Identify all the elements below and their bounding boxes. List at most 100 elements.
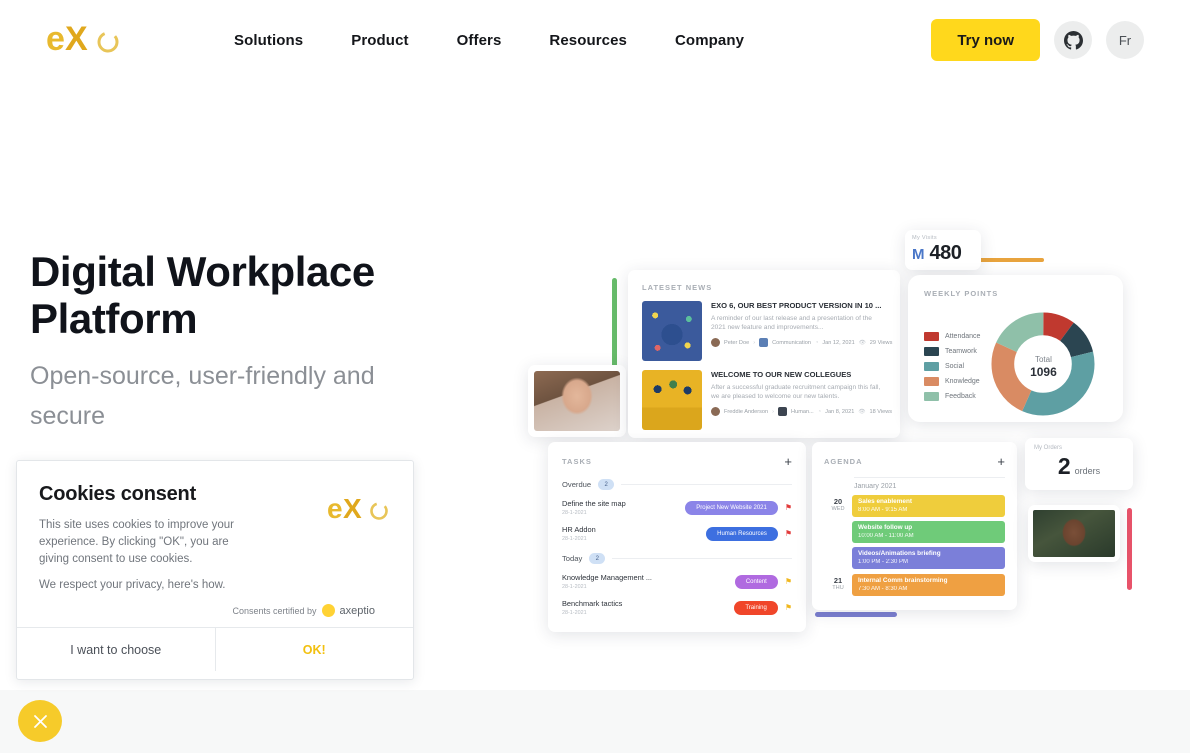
task-tag[interactable]: Content	[734, 574, 778, 589]
legend-item: Teamwork	[924, 347, 980, 356]
meta-separator: ›	[753, 339, 756, 346]
task-flag-icon[interactable]: ⚑	[785, 529, 792, 538]
legend-label: Feedback	[945, 393, 976, 400]
news-thumbnail	[642, 370, 702, 430]
agenda-event[interactable]: Videos/Animations briefing 1:00 PM - 2:30…	[852, 547, 1005, 569]
news-date: Jan 12, 2021	[822, 339, 855, 346]
task-tag[interactable]: Human Resources	[706, 526, 778, 541]
close-button[interactable]	[18, 700, 62, 742]
weekly-points-donut: Total 1096	[990, 311, 1096, 422]
agenda-event[interactable]: Internal Comm brainstorming 7:30 AM - 8:3…	[852, 574, 1005, 596]
legend-swatch	[924, 377, 939, 386]
nav-item-resources[interactable]: Resources	[549, 32, 627, 49]
tasks-list: Overdue 2 Define the site map 28-1-2021 Proj…	[562, 479, 792, 616]
product-screenshot-collage: LATESET NEWS EXO 6, OUR BEST PRODUCT VER…	[520, 220, 1180, 640]
task-row[interactable]: Define the site map 28-1-2021 Project New …	[562, 499, 792, 516]
task-flag-icon[interactable]: ⚑	[785, 503, 792, 512]
agenda-events: Sales enablement 8:00 AM - 9:15 AM Website…	[852, 495, 1005, 569]
task-tag[interactable]: Training	[734, 600, 778, 615]
legend-swatch	[924, 362, 939, 371]
agenda-day: 21 THU	[824, 574, 852, 596]
task-row[interactable]: Knowledge Management ... 28-1-2021 Content…	[562, 573, 792, 590]
news-author: Peter Doe	[724, 339, 750, 346]
eye-icon: 👁	[858, 339, 866, 346]
task-tag[interactable]: Project New Website 2021	[685, 500, 778, 515]
space-icon	[759, 338, 769, 347]
agenda-day: 20 WED	[824, 495, 852, 569]
axeptio-icon	[321, 604, 335, 617]
legend-item: Social	[924, 362, 980, 371]
visits-prefix: M	[912, 246, 925, 263]
cookie-ok-button[interactable]: OK!	[216, 628, 414, 671]
orders-unit: orders	[1074, 466, 1101, 476]
partners-band: reporters NATO Revain	[0, 690, 1190, 753]
news-meta: Peter Doe › Communication ◔ Jan 12, 2021…	[711, 338, 892, 347]
news-item[interactable]: WELCOME TO OUR NEW COLLEGUES After a suc…	[642, 370, 892, 430]
latest-news-card: LATESET NEWS EXO 6, OUR BEST PRODUCT VER…	[628, 270, 900, 438]
nav-item-company[interactable]: Company	[675, 32, 744, 49]
divider	[621, 484, 792, 485]
agenda-event-time: 10:00 AM - 11:00 AM	[858, 533, 914, 539]
task-group-name: Today	[562, 554, 583, 563]
news-space: Communication	[772, 339, 811, 346]
agenda-event-title: Videos/Animations briefing	[858, 550, 941, 557]
agenda-card: AGENDA + January 2021 20 WED Sales enablem…	[812, 442, 1017, 610]
news-thumbnail	[642, 301, 702, 361]
hero-title-line-1: Digital Workplace	[30, 248, 375, 295]
news-views: 29 Views	[869, 339, 893, 346]
cookie-certification: Consents certified by axeptio	[39, 604, 391, 617]
add-event-icon[interactable]: +	[997, 455, 1005, 468]
task-group-header: Today 2	[562, 553, 792, 564]
agenda-event[interactable]: Website follow up 10:00 AM - 11:00 AM	[852, 521, 1005, 543]
github-button[interactable]	[1054, 21, 1092, 59]
task-row[interactable]: HR Addon 28-1-2021 Human Resources ⚑	[562, 525, 792, 542]
task-flag-icon[interactable]: ⚑	[785, 603, 792, 612]
news-title: WELCOME TO OUR NEW COLLEGUES	[711, 370, 852, 379]
news-date: Jan 8, 2021	[825, 408, 855, 415]
hero-title-line-2: Platform	[30, 295, 198, 342]
cookie-consent-dialog: Cookies consent This site uses cookies t…	[16, 460, 414, 680]
meta-separator: ›	[772, 408, 775, 415]
chart-legend: Attendance Teamwork Social Knowledge Fee…	[924, 332, 980, 401]
eye-icon: 👁	[858, 408, 866, 415]
agenda-event[interactable]: Sales enablement 8:00 AM - 9:15 AM	[852, 495, 1005, 517]
legend-swatch	[924, 347, 939, 356]
nav-item-solutions[interactable]: Solutions	[234, 32, 303, 49]
legend-item: Knowledge	[924, 377, 980, 386]
agenda-event-time: 1:00 PM - 2:30 PM	[858, 559, 909, 565]
agenda-event-title: Sales enablement	[858, 498, 912, 505]
task-name: HR Addon	[562, 525, 596, 534]
legend-label: Knowledge	[945, 378, 980, 385]
news-description: After a successful graduate recruitment …	[711, 384, 881, 400]
main-nav: Solutions Product Offers Resources Compa…	[234, 32, 744, 49]
agenda-event-title: Internal Comm brainstorming	[858, 577, 948, 584]
donut-total-label: Total	[1034, 354, 1052, 364]
accent-bar-red	[1127, 508, 1132, 590]
news-views: 18 Views	[869, 408, 893, 415]
github-icon	[1063, 30, 1083, 50]
agenda-day-number: 21	[833, 576, 843, 585]
news-space: Human...	[791, 408, 814, 415]
news-author: Freddie Anderson	[724, 408, 769, 415]
try-now-button[interactable]: Try now	[931, 19, 1040, 61]
exo-logo[interactable]: e X	[46, 20, 124, 60]
task-row[interactable]: Benchmark tactics 28-1-2021 Training ⚑	[562, 599, 792, 616]
legend-swatch	[924, 392, 939, 401]
exo-logo-cookie: e X	[327, 493, 388, 524]
agenda-day-number: 20	[833, 497, 843, 506]
weekly-points-card: WEEKLY POINTS Attendance Teamwork Social	[908, 275, 1123, 422]
my-orders-label: My Orders	[1034, 445, 1063, 451]
accent-bar-purple	[815, 612, 897, 617]
add-task-icon[interactable]: +	[784, 455, 792, 468]
svg-text:e: e	[46, 20, 65, 58]
tasks-card: TASKS + Overdue 2 Define the site map 28-1-…	[548, 442, 806, 632]
language-switch-button[interactable]: Fr	[1106, 21, 1144, 59]
tasks-label: TASKS	[562, 457, 592, 466]
nav-item-product[interactable]: Product	[351, 32, 408, 49]
orders-count: 2	[1057, 453, 1071, 479]
news-item[interactable]: EXO 6, OUR BEST PRODUCT VERSION IN 10 ..…	[642, 301, 892, 361]
task-flag-icon[interactable]: ⚑	[785, 577, 792, 586]
cookie-privacy-link[interactable]: We respect your privacy, here's how.	[39, 579, 391, 591]
nav-item-offers[interactable]: Offers	[457, 32, 502, 49]
cookie-choose-button[interactable]: I want to choose	[17, 628, 216, 671]
